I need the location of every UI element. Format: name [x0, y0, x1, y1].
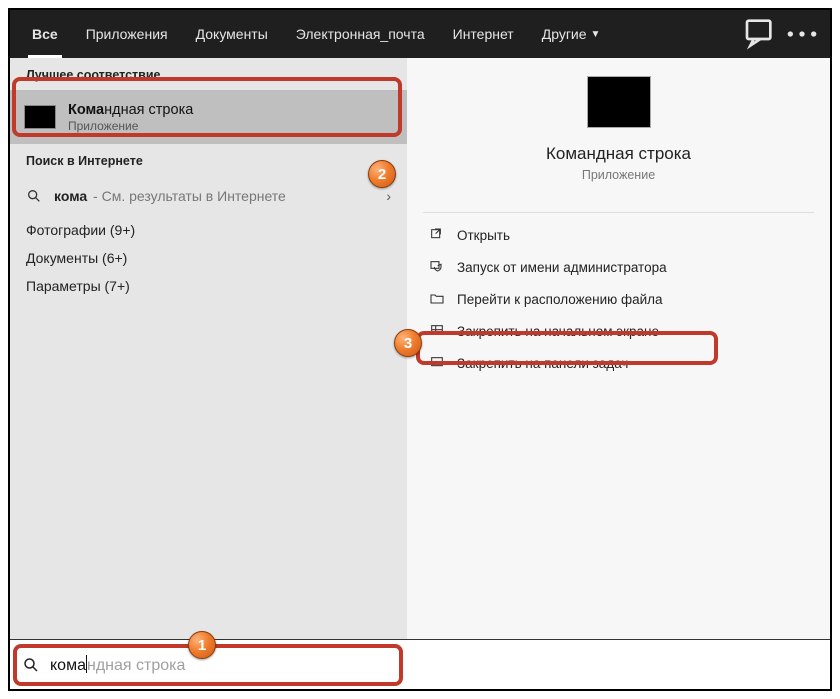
best-match-header: Лучшее соответствие — [10, 58, 407, 90]
action-run-as-admin-label: Запуск от имени администратора — [457, 260, 667, 275]
documents-section[interactable]: Документы (6+) — [10, 244, 407, 272]
tab-more[interactable]: Другие ▼ — [528, 10, 615, 58]
best-match-item[interactable]: Командная строка Приложение — [10, 90, 407, 144]
web-term-hl: кома — [54, 188, 87, 204]
best-match-subtitle: Приложение — [68, 119, 193, 133]
open-icon — [429, 227, 445, 243]
action-pin-to-start-label: Закрепить на начальном экране — [457, 324, 659, 339]
tab-internet[interactable]: Интернет — [439, 10, 528, 58]
folder-icon — [429, 291, 445, 307]
search-input[interactable]: командная строка — [50, 655, 185, 675]
preview-subtitle: Приложение — [407, 168, 830, 182]
search-typed-text: кома — [50, 657, 86, 674]
preview-app-icon — [587, 76, 651, 128]
action-open[interactable]: Открыть — [407, 219, 830, 251]
web-term-sub: - См. результаты в Интернете — [89, 188, 286, 204]
action-open-file-location-label: Перейти к расположению файла — [457, 292, 663, 307]
web-header: Поиск в Интернете — [10, 144, 407, 176]
search-icon — [22, 656, 40, 674]
search-autocomplete-ghost: ндная строка — [87, 657, 185, 674]
best-match-title-rest: ндная строка — [104, 102, 193, 118]
preview-panel: Командная строка Приложение Открыть Запу… — [407, 58, 830, 640]
pin-start-icon — [429, 323, 445, 339]
photos-section[interactable]: Фотографии (9+) — [10, 216, 407, 244]
best-match-title: Командная строка — [68, 102, 193, 118]
action-open-label: Открыть — [457, 228, 510, 243]
results-list: Лучшее соответствие Командная строка При… — [10, 58, 407, 640]
preview-title: Командная строка — [407, 144, 830, 164]
web-search-term: кома - См. результаты в Интернете — [54, 188, 286, 204]
chevron-down-icon: ▼ — [591, 29, 601, 40]
tab-email[interactable]: Электронная_почта — [282, 10, 439, 58]
best-match-text: Командная строка Приложение — [68, 102, 193, 133]
settings-section[interactable]: Параметры (7+) — [10, 272, 407, 300]
search-scope-tabs: Все Приложения Документы Электронная_поч… — [10, 10, 830, 58]
app-thumbnail-icon — [24, 105, 56, 129]
pin-taskbar-icon — [429, 355, 445, 371]
divider — [423, 212, 814, 213]
best-match-title-hl: Кома — [68, 102, 104, 118]
search-bar[interactable]: командная строка — [10, 639, 830, 689]
action-pin-to-taskbar-label: Закрепить на панели задач — [457, 356, 628, 371]
start-search-window: Все Приложения Документы Электронная_поч… — [8, 8, 832, 691]
annotation-badge-2: 2 — [368, 160, 396, 188]
annotation-badge-3: 3 — [394, 329, 422, 357]
annotation-badge-1: 1 — [188, 631, 216, 659]
web-search-row[interactable]: кома - См. результаты в Интернете › — [10, 176, 407, 216]
action-pin-to-taskbar[interactable]: Закрепить на панели задач — [407, 347, 830, 379]
tab-all[interactable]: Все — [18, 10, 72, 58]
tab-documents[interactable]: Документы — [182, 10, 282, 58]
admin-shield-icon — [429, 259, 445, 275]
feedback-icon[interactable] — [742, 10, 782, 58]
tab-more-label: Другие — [542, 26, 587, 42]
action-open-file-location[interactable]: Перейти к расположению файла — [407, 283, 830, 315]
tab-apps[interactable]: Приложения — [72, 10, 182, 58]
more-options-icon[interactable] — [782, 10, 822, 58]
chevron-right-icon: › — [386, 188, 391, 204]
action-pin-to-start[interactable]: Закрепить на начальном экране — [407, 315, 830, 347]
search-icon — [26, 188, 42, 204]
action-run-as-admin[interactable]: Запуск от имени администратора — [407, 251, 830, 283]
